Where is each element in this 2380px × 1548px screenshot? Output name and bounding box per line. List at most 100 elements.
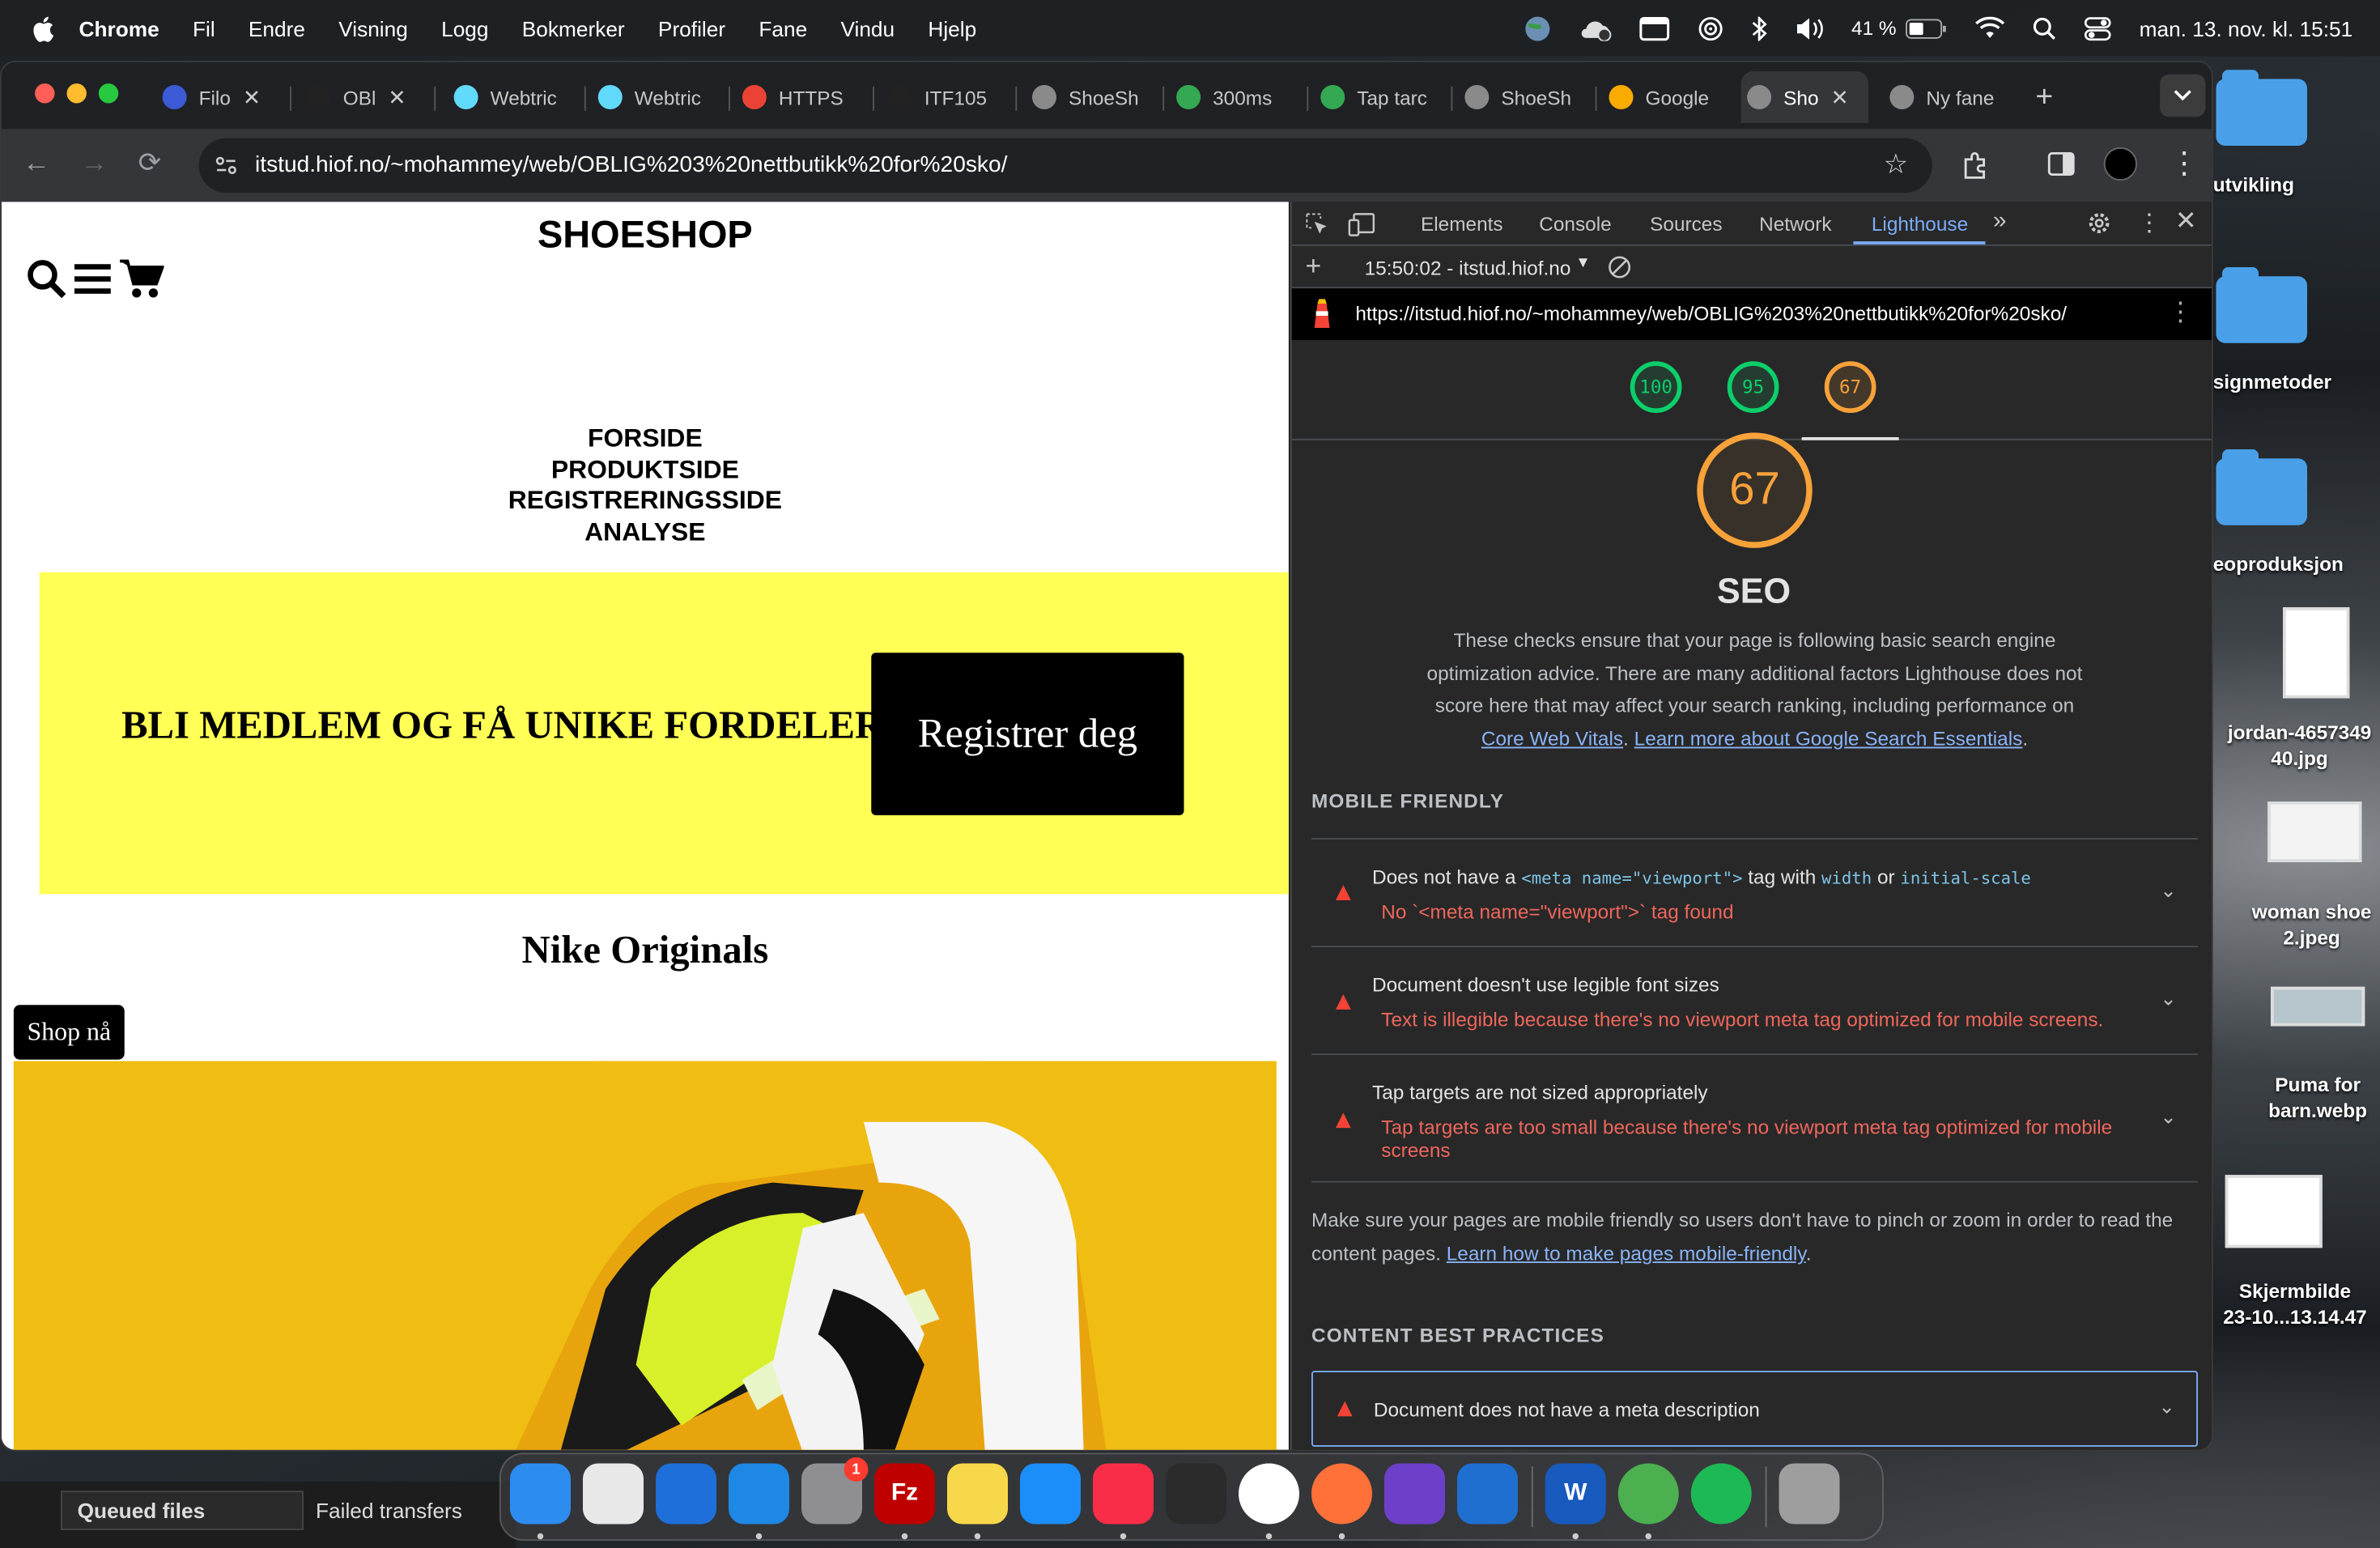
tab-5[interactable]: HTTPS	[736, 71, 861, 123]
image-thumbnail-icon[interactable]	[2267, 802, 2362, 862]
desktop-item-label[interactable]: Skjermbilde 23-10...13.14.47	[2210, 1278, 2380, 1330]
battery-percent[interactable]: 41 %	[1851, 17, 1897, 40]
audit-tap-targets[interactable]: Tap targets are not sized appropriately …	[1311, 1053, 2198, 1183]
site-logo[interactable]: SHOESHOP	[2, 214, 1289, 257]
audit-font-sizes[interactable]: Document doesn't use legible font sizes …	[1311, 946, 2198, 1053]
menu-item-fane[interactable]: Fane	[759, 16, 807, 40]
chevron-down-icon[interactable]: ⌄	[2160, 879, 2176, 904]
onedrive-icon[interactable]	[656, 1463, 716, 1525]
new-report-icon[interactable]: +	[1306, 250, 1322, 282]
zoom-window-icon[interactable]	[98, 83, 119, 104]
chevron-down-icon[interactable]: ⌄	[2158, 1395, 2174, 1419]
address-bar[interactable]: itstud.hiof.no/~mohammey/web/OBLIG%203%2…	[198, 138, 1932, 194]
trash-icon[interactable]	[1779, 1463, 1840, 1525]
desktop-item-label[interactable]: utvikling	[2213, 173, 2294, 196]
folder-icon[interactable]	[2216, 70, 2307, 146]
extensions-icon[interactable]	[1960, 151, 1991, 181]
globe-icon[interactable]	[1524, 15, 1551, 42]
hamburger-menu-icon[interactable]	[74, 262, 111, 296]
tab-8[interactable]: 300ms	[1171, 71, 1295, 123]
tab-10[interactable]: ShoeSh	[1459, 71, 1583, 123]
tab-3[interactable]: Webtric	[448, 71, 572, 123]
vs-code-icon[interactable]	[1457, 1463, 1518, 1525]
close-tab-icon[interactable]: ✕	[388, 84, 406, 110]
inspect-element-icon[interactable]	[1306, 213, 1330, 237]
back-button[interactable]: ←	[23, 147, 50, 179]
filezilla-icon[interactable]: Fz	[874, 1463, 935, 1525]
desktop-item-label[interactable]: Puma for barn.webp	[2255, 1072, 2380, 1124]
gauge-seo[interactable]: 67	[1824, 361, 1876, 413]
more-tabs-icon[interactable]: »	[1993, 208, 2007, 236]
kebab-menu-icon[interactable]: ⋮	[2169, 144, 2199, 182]
nav-link-analyse[interactable]: ANALYSE	[2, 517, 1289, 547]
window-icon[interactable]	[1638, 16, 1670, 40]
image-thumbnail-icon[interactable]	[2271, 986, 2365, 1027]
audit-viewport[interactable]: Does not have a <meta name="viewport"> t…	[1311, 838, 2198, 946]
profile-avatar[interactable]	[2103, 147, 2137, 181]
system-settings-icon[interactable]: 1	[801, 1457, 869, 1525]
control-center-icon[interactable]	[2085, 16, 2112, 40]
reload-button[interactable]: ⟳	[138, 147, 161, 179]
menu-item-visning[interactable]: Visning	[338, 16, 408, 40]
tab-7[interactable]: ShoeSh	[1026, 71, 1151, 123]
dropdown-arrow-icon[interactable]: ▼	[1575, 255, 1591, 272]
tab-9[interactable]: Tap tarc	[1315, 71, 1439, 123]
folder-icon[interactable]	[2216, 449, 2307, 525]
devtools-tab-console[interactable]: Console	[1539, 213, 1611, 236]
tab-6[interactable]: ITF105	[882, 71, 1003, 123]
report-url[interactable]: https://itstud.hiof.no/~mohammey/web/OBL…	[1355, 302, 2067, 325]
desktop-item-label[interactable]: jordan-4657349 40.jpg	[2219, 720, 2380, 772]
menu-item-logg[interactable]: Logg	[441, 16, 488, 40]
volume-icon[interactable]	[1794, 16, 1825, 40]
side-panel-icon[interactable]	[2047, 151, 2075, 178]
nav-link-produktside[interactable]: PRODUKTSIDE	[2, 455, 1289, 486]
nav-link-forside[interactable]: FORSIDE	[2, 423, 1289, 454]
firefox-icon[interactable]	[1311, 1463, 1372, 1525]
music-icon[interactable]	[1093, 1463, 1154, 1525]
battery-icon[interactable]	[1906, 18, 1949, 39]
tab-1[interactable]: Filo ✕	[156, 71, 278, 123]
shopping-cart-icon[interactable]	[118, 258, 164, 301]
clock[interactable]: man. 13. nov. kl. 15:51	[2140, 16, 2353, 40]
new-tab-button[interactable]: +	[2035, 71, 2066, 123]
bookmark-star-icon[interactable]: ☆	[1884, 149, 1908, 181]
launchpad-icon[interactable]	[583, 1463, 644, 1525]
tab-12[interactable]: Sho ✕	[1740, 71, 1869, 123]
search-icon[interactable]	[2033, 16, 2057, 40]
menu-app-name[interactable]: Chrome	[79, 16, 159, 40]
search-essentials-link[interactable]: Learn more about Google Search Essential…	[1634, 726, 2023, 749]
maps-icon[interactable]	[1617, 1463, 1679, 1525]
site-info-icon[interactable]	[214, 153, 238, 177]
devtools-tab-network[interactable]: Network	[1759, 213, 1831, 236]
close-window-icon[interactable]	[35, 83, 55, 104]
report-selector[interactable]: 15:50:02 - itstud.hiof.no	[1365, 257, 1571, 279]
tab-4[interactable]: Webtric	[592, 71, 716, 123]
menu-item-bokmerker[interactable]: Bokmerker	[522, 16, 625, 40]
tab-failed-transfers[interactable]: Failed transfers	[300, 1491, 498, 1530]
device-toolbar-icon[interactable]	[1348, 213, 1375, 237]
report-menu-icon[interactable]: ⋮	[2168, 298, 2194, 329]
chrome-icon[interactable]	[1239, 1463, 1299, 1525]
clear-reports-icon[interactable]	[1608, 255, 1632, 279]
safari-icon[interactable]	[729, 1463, 789, 1525]
tab-13[interactable]: Ny fane	[1884, 71, 2012, 123]
devtools-tab-sources[interactable]: Sources	[1650, 213, 1722, 236]
spotify-icon[interactable]	[1690, 1463, 1752, 1525]
menu-item-hjelp[interactable]: Hjelp	[928, 16, 976, 40]
davinci-resolve-icon[interactable]	[1166, 1463, 1226, 1525]
apple-icon[interactable]	[31, 15, 55, 42]
close-tab-icon[interactable]: ✕	[243, 84, 261, 110]
wifi-icon[interactable]	[1975, 15, 2006, 40]
devtools-menu-icon[interactable]: ⋮	[2137, 208, 2161, 239]
minimize-window-icon[interactable]	[66, 83, 87, 104]
github-desktop-icon[interactable]	[1384, 1463, 1445, 1525]
tab-11[interactable]: Google	[1603, 71, 1728, 123]
tab-queued-files[interactable]: Queued files	[61, 1491, 304, 1530]
close-devtools-icon[interactable]: ✕	[2175, 206, 2197, 237]
notes-icon[interactable]	[947, 1463, 1008, 1525]
search-icon[interactable]	[26, 258, 69, 301]
chevron-down-icon[interactable]: ⌄	[2160, 1105, 2176, 1129]
mobile-friendly-link[interactable]: Learn how to make pages mobile-friendly	[1447, 1242, 1806, 1265]
devtools-tab-lighthouse[interactable]: Lighthouse	[1872, 213, 1968, 236]
menu-item-endre[interactable]: Endre	[249, 16, 305, 40]
